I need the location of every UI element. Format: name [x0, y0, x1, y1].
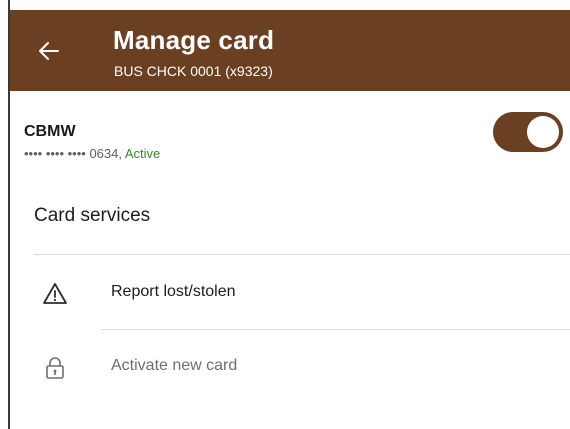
report-lost-stolen-item[interactable]: Report lost/stolen — [20, 262, 570, 326]
card-services-heading: Card services — [34, 205, 151, 226]
top-margin — [0, 0, 570, 10]
section-divider — [34, 254, 570, 255]
card-meta: •••• •••• •••• 0634, Active — [24, 146, 160, 161]
app-bar: Manage card BUS CHCK 0001 (x9323) — [10, 10, 570, 91]
report-lost-stolen-label: Report lost/stolen — [111, 283, 236, 300]
account-subtitle: BUS CHCK 0001 (x9323) — [114, 63, 273, 79]
card-name: CBMW — [24, 123, 76, 140]
padlock-icon — [46, 357, 64, 379]
left-border — [0, 0, 10, 429]
toggle-knob — [527, 116, 559, 148]
card-active-toggle[interactable] — [493, 112, 563, 152]
back-button[interactable] — [36, 38, 62, 64]
page-title: Manage card — [113, 25, 275, 55]
activate-new-card-label: Activate new card — [111, 357, 238, 374]
manage-card-screen: Manage card BUS CHCK 0001 (x9323) CBMW •… — [10, 10, 570, 429]
arrow-left-icon — [39, 42, 59, 60]
activate-new-card-item[interactable]: Activate new card — [20, 336, 570, 400]
card-status: Active — [124, 146, 161, 161]
item-divider — [101, 329, 570, 330]
card-masked-number: •••• •••• •••• 0634, — [24, 146, 122, 161]
warning-icon — [43, 283, 67, 304]
card-summary-row: CBMW •••• •••• •••• 0634, Active — [10, 91, 570, 189]
screen-frame: Manage card BUS CHCK 0001 (x9323) CBMW •… — [0, 0, 570, 429]
